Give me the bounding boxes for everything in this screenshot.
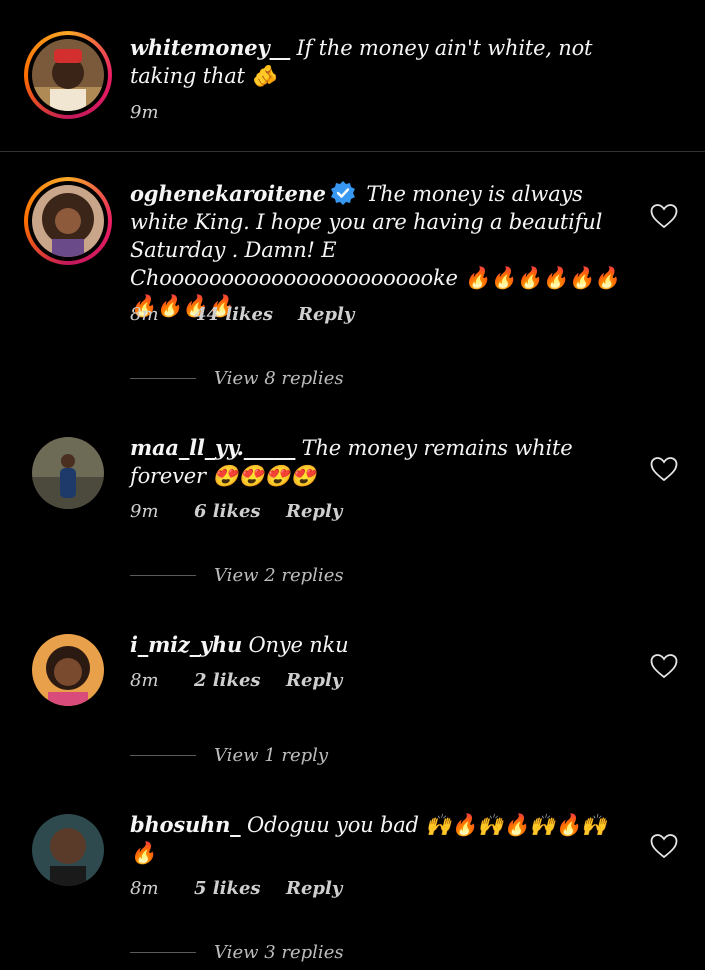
replies-divider-line (130, 575, 196, 576)
view-replies-button[interactable]: View 1 reply (130, 745, 328, 766)
reply-button[interactable]: Reply (286, 501, 342, 522)
reply-button[interactable]: Reply (286, 670, 342, 691)
comment-username[interactable]: maa_ll_yy._____ (130, 435, 295, 460)
avatar-photo-icon (32, 437, 104, 509)
comment-likes[interactable]: 44 likes (194, 304, 298, 325)
avatar[interactable] (32, 814, 104, 886)
caption-time: 9m (130, 102, 159, 123)
comment-time: 9m (130, 501, 159, 522)
comment-username[interactable]: oghenekaroitene (130, 181, 326, 206)
replies-divider-line (130, 755, 196, 756)
avatar-photo-icon (32, 185, 104, 257)
view-replies-button[interactable]: View 8 replies (130, 368, 344, 389)
comment-username[interactable]: bhosuhn_ (130, 812, 241, 837)
avatar[interactable] (24, 177, 112, 265)
comment-likes[interactable]: 6 likes (194, 501, 286, 522)
replies-divider-line (130, 378, 196, 379)
avatar-photo-icon (32, 634, 104, 706)
view-replies-label: View 3 replies (214, 942, 344, 963)
reply-button[interactable]: Reply (286, 878, 342, 899)
like-heart-icon[interactable] (650, 653, 678, 679)
view-replies-button[interactable]: View 2 replies (130, 565, 344, 586)
avatar-photo-icon (32, 814, 104, 886)
avatar[interactable] (32, 634, 104, 706)
view-replies-label: View 1 reply (214, 745, 329, 766)
view-replies-label: View 2 replies (214, 565, 344, 586)
caption-divider (0, 151, 705, 152)
comment-time: 8m (130, 304, 159, 325)
comment-username[interactable]: i_miz_yhu (130, 632, 242, 657)
avatar[interactable] (32, 437, 104, 509)
comment-likes[interactable]: 2 likes (194, 670, 286, 691)
view-replies-label: View 8 replies (214, 368, 344, 389)
like-heart-icon[interactable] (650, 203, 678, 229)
comment-time: 8m (130, 878, 159, 899)
like-heart-icon[interactable] (650, 833, 678, 859)
view-replies-button[interactable]: View 3 replies (130, 942, 344, 963)
avatar[interactable] (24, 31, 112, 119)
replies-divider-line (130, 952, 196, 953)
avatar-photo-icon (32, 39, 104, 111)
comment-likes[interactable]: 5 likes (194, 878, 286, 899)
caption-username[interactable]: whitemoney__ (130, 35, 290, 60)
comment-time: 8m (130, 670, 159, 691)
comment-text: Onye nku (242, 633, 349, 657)
like-heart-icon[interactable] (650, 456, 678, 482)
reply-button[interactable]: Reply (298, 304, 354, 325)
verified-badge-icon (330, 180, 356, 206)
